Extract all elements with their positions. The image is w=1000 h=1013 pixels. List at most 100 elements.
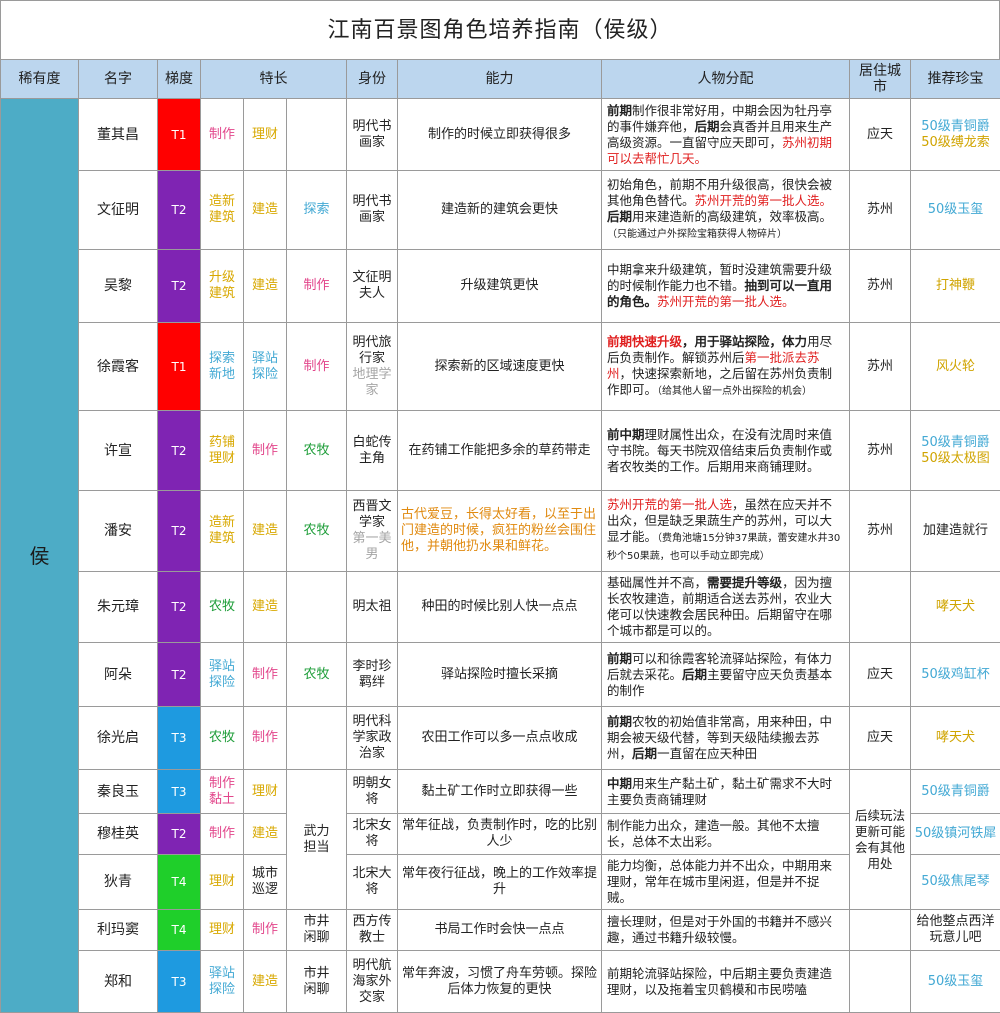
assignment-text: 苏州开荒的第一批人选。 xyxy=(657,294,795,309)
tier-badge: T2 xyxy=(158,814,201,855)
skill-cell xyxy=(287,572,347,643)
assignment-text: 前期轮流驿站探险，中后期主要负责建造理财，以及拖着宝贝鹤模和市民唠嗑 xyxy=(607,966,832,997)
assignment-text: 后期 xyxy=(682,667,707,682)
treasure-text: 风火轮 xyxy=(914,359,997,375)
tier-badge: T2 xyxy=(158,643,201,707)
skill-cell: 建造 xyxy=(244,171,287,250)
skill-cell: 造新 建筑 xyxy=(201,171,244,250)
treasure-cell: 加建造就行 xyxy=(911,491,1000,572)
skill-cell: 探索 新地 xyxy=(201,323,244,411)
ability-text: 常年征战，负责制作时，吃的比别人少 xyxy=(402,818,597,849)
treasure-text: 50级镇河铁犀 xyxy=(914,826,997,842)
assignment-text: 前期 xyxy=(607,651,632,666)
character-name: 文征明 xyxy=(79,171,158,250)
role-text: 西方传教士 xyxy=(350,914,394,946)
skill-cell: 驿站 探险 xyxy=(201,643,244,707)
table-row: 潘安T2造新 建筑建造农牧西晋文学家第一美男古代爱豆，长得太好看，以至于出门建造… xyxy=(1,491,1000,572)
treasure-cell: 风火轮 xyxy=(911,323,1000,411)
skill-cell: 市井 闲聊 xyxy=(287,910,347,951)
role-text: 西晋文学家 xyxy=(350,499,394,531)
character-name: 徐霞客 xyxy=(79,323,158,411)
treasure-cell: 50级青铜爵50级缚龙索 xyxy=(911,99,1000,171)
treasure-text: 50级鸡缸杯 xyxy=(914,667,997,683)
tier-badge: T2 xyxy=(158,491,201,572)
character-name: 秦良玉 xyxy=(79,770,158,814)
role-text: 明代书画家 xyxy=(350,119,394,151)
role-text: 地理学家 xyxy=(350,367,394,399)
header-rarity: 稀有度 xyxy=(1,60,79,99)
role-text: 明代航海家外交家 xyxy=(350,958,394,1006)
ability-cell: 书局工作时会快一点点 xyxy=(398,910,602,951)
assignment-text: 需要提升等级 xyxy=(707,575,782,590)
skill-cell: 农牧 xyxy=(201,707,244,770)
city-cell: 应天 xyxy=(850,99,911,171)
role-text: 文征明夫人 xyxy=(350,270,394,302)
city-cell: 苏州 xyxy=(850,491,911,572)
treasure-text: 50级青铜爵 xyxy=(914,784,997,800)
header-role: 身份 xyxy=(347,60,398,99)
ability-text: 常年奔波，习惯了舟车劳顿。探险后体力恢复的更快 xyxy=(402,966,597,997)
tier-badge: T1 xyxy=(158,323,201,411)
role-text: 北宋大将 xyxy=(350,866,394,898)
skill-cell: 建造 xyxy=(244,572,287,643)
tier-badge: T2 xyxy=(158,171,201,250)
role-cell: 北宋女将 xyxy=(347,814,398,855)
character-name: 穆桂英 xyxy=(79,814,158,855)
assignment-cell: 能力均衡，总体能力并不出众，中期用来理财，常年在城市里闲逛，但是并不捉贼。 xyxy=(602,855,850,910)
assignment-text: 后期 xyxy=(632,746,657,761)
assignment-text: 擅长理财，但是对于外国的书籍并不感兴趣，通过书籍升级较慢。 xyxy=(607,914,832,945)
city-cell xyxy=(850,951,911,1013)
role-text: 白蛇传主角 xyxy=(350,435,394,467)
assignment-text: 苏州开荒的第一批人选。 xyxy=(695,193,833,208)
treasure-text: 50级缚龙索 xyxy=(914,135,997,151)
assignment-cell: 前期轮流驿站探险，中后期主要负责建造理财，以及拖着宝贝鹤模和市民唠嗑 xyxy=(602,951,850,1013)
treasure-text: 加建造就行 xyxy=(914,523,997,539)
role-text: 明朝女将 xyxy=(350,776,394,808)
role-cell: 西晋文学家第一美男 xyxy=(347,491,398,572)
city-cell: 应天 xyxy=(850,707,911,770)
ability-text: 制作的时候立即获得很多 xyxy=(428,127,571,142)
skill-cell: 市井 闲聊 xyxy=(287,951,347,1013)
role-text: 明代书画家 xyxy=(350,194,394,226)
role-cell: 李时珍羁绊 xyxy=(347,643,398,707)
header-treasure: 推荐珍宝 xyxy=(911,60,1000,99)
skill-cell: 制作 xyxy=(287,250,347,323)
assignment-text: ，用于驿站探险，体力 xyxy=(682,334,807,349)
role-text: 明代科学家政治家 xyxy=(350,714,394,762)
page-title: 江南百景图角色培养指南（侯级） xyxy=(0,0,1000,59)
skill-cell: 理财 xyxy=(244,770,287,814)
header-name: 名字 xyxy=(79,60,158,99)
skill-cell: 建造 xyxy=(244,814,287,855)
assignment-cell: 初始角色，前期不用升级很高，很快会被其他角色替代。苏州开荒的第一批人选。后期用来… xyxy=(602,171,850,250)
treasure-text: 哮天犬 xyxy=(914,730,997,746)
assignment-text: 用来建造新的高级建筑，效率极高。 xyxy=(632,209,832,224)
tier-badge: T3 xyxy=(158,951,201,1013)
assignment-text: 中期 xyxy=(607,776,632,791)
role-cell: 明代书画家 xyxy=(347,171,398,250)
header-tier: 梯度 xyxy=(158,60,201,99)
skill-cell: 理财 xyxy=(244,99,287,171)
skill-cell: 制作 xyxy=(244,411,287,491)
ability-text: 升级建筑更快 xyxy=(461,278,539,293)
assignment-text: 制作能力出众，建造一般。其他不太擅长，总体不太出彩。 xyxy=(607,818,820,849)
treasure-cell: 50级焦尾琴 xyxy=(911,855,1000,910)
assignment-cell: 前期快速升级，用于驿站探险，体力用尽后负责制作。解锁苏州后第一批派去苏州，快速探… xyxy=(602,323,850,411)
guide-table: 稀有度 名字 梯度 特长 身份 能力 人物分配 居住城市 推荐珍宝 侯董其昌T1… xyxy=(0,59,1000,1013)
ability-cell: 古代爱豆，长得太好看，以至于出门建造的时候，疯狂的粉丝会围住他，并朝他扔水果和鲜… xyxy=(398,491,602,572)
skill-cell: 探索 xyxy=(287,171,347,250)
role-cell: 明朝女将 xyxy=(347,770,398,814)
skill-cell: 建造 xyxy=(244,250,287,323)
character-name: 潘安 xyxy=(79,491,158,572)
table-row: 许宣T2药铺 理财制作农牧白蛇传主角在药铺工作能把多余的草药带走前中期理财属性出… xyxy=(1,411,1000,491)
skill-cell: 制作 xyxy=(244,707,287,770)
role-text: 第一美男 xyxy=(350,531,394,563)
assignment-cell: 基础属性并不高，需要提升等级，因为擅长农牧建造，前期适合送去苏州，农业大佬可以快… xyxy=(602,572,850,643)
skill-cell: 农牧 xyxy=(287,491,347,572)
ability-text: 农田工作可以多一点点收成 xyxy=(422,730,578,745)
ability-text: 驿站探险时擅长采摘 xyxy=(441,667,558,682)
ability-cell: 制作的时候立即获得很多 xyxy=(398,99,602,171)
role-cell: 白蛇传主角 xyxy=(347,411,398,491)
assignment-text: 苏州开荒的第一批人选 xyxy=(607,497,732,512)
assignment-cell: 中期拿来升级建筑，暂时没建筑需要升级的时候制作能力也不错。抽到可以一直用的角色。… xyxy=(602,250,850,323)
treasure-cell: 给他整点西洋玩意儿吧 xyxy=(911,910,1000,951)
